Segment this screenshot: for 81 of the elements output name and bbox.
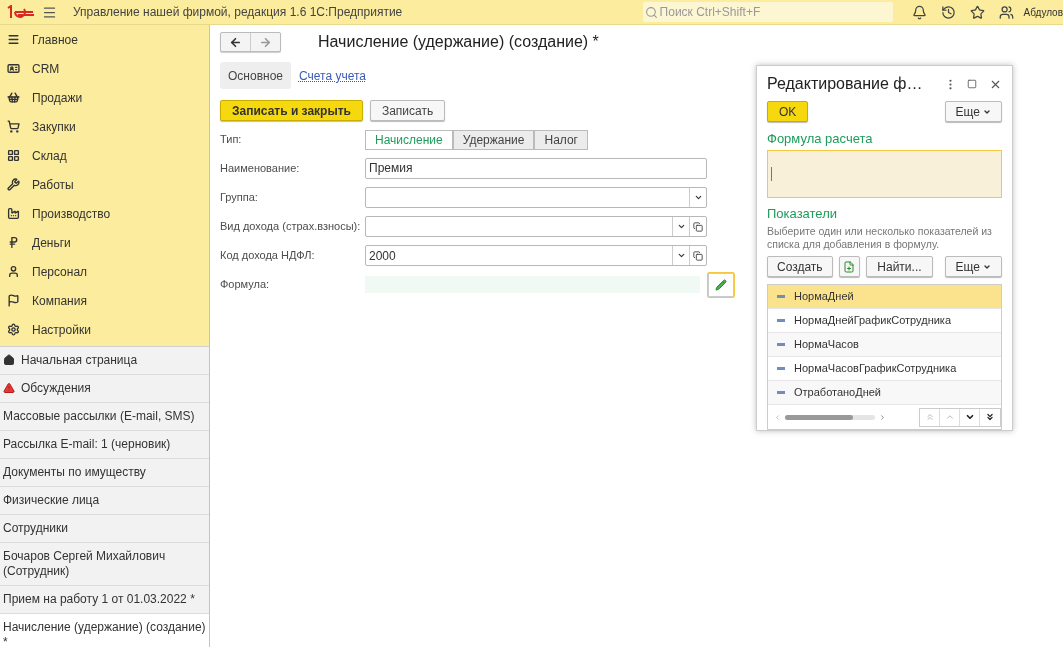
logo-icon: [6, 5, 36, 19]
save-and-close-button[interactable]: Записать и закрыть: [220, 100, 363, 121]
dropdown-icon[interactable]: [676, 222, 686, 231]
indicator-row[interactable]: НормаЧасов: [768, 333, 1001, 357]
section-item[interactable]: Деньги: [0, 228, 209, 257]
type-toggle[interactable]: Начисление: [365, 129, 453, 150]
forward-icon[interactable]: [259, 35, 272, 49]
back-icon[interactable]: [229, 35, 242, 49]
section-item[interactable]: Работы: [0, 170, 209, 199]
section-item[interactable]: Производство: [0, 199, 209, 228]
settings-icon: [7, 323, 20, 336]
maximize-icon[interactable]: [967, 79, 977, 89]
field-value: 2000: [369, 247, 396, 265]
section-item[interactable]: Склад: [0, 141, 209, 170]
select-field[interactable]: [365, 216, 707, 237]
wrench-icon: [7, 178, 20, 191]
formula-input[interactable]: [767, 149, 1002, 198]
hint-text: Выберите один или несколько показателей из списка для добавления в формулу.: [767, 225, 993, 251]
type-toggle[interactable]: Удержание: [452, 129, 535, 150]
file-plus-icon: [843, 260, 856, 273]
factory-icon: [7, 207, 20, 220]
edit-formula-button[interactable]: [707, 271, 735, 298]
cart-icon: [7, 120, 20, 133]
field-label: Формула:: [220, 277, 271, 293]
bell-icon[interactable]: [911, 4, 927, 20]
create-button[interactable]: Создать: [767, 256, 833, 277]
card-icon: [7, 62, 20, 75]
add-file-button[interactable]: [838, 256, 861, 277]
form-tab[interactable]: Основное: [220, 62, 291, 89]
warning-icon: [3, 382, 15, 394]
section-item[interactable]: Продажи: [0, 83, 209, 112]
person-icon: [7, 265, 20, 278]
field-label: Вид дохода (страх.взносы):: [220, 219, 362, 235]
indicator-row[interactable]: НормаДней: [768, 285, 1001, 309]
form-title: Начисление (удержание) (создание) *: [318, 32, 599, 52]
users-icon[interactable]: [998, 4, 1014, 20]
field-label: Тип:: [220, 132, 243, 148]
section-item[interactable]: Закупки: [0, 112, 209, 141]
scrollbar[interactable]: [785, 414, 875, 420]
text-field[interactable]: Премия: [365, 158, 707, 179]
type-toggle[interactable]: Налог: [534, 129, 588, 150]
ruble-icon: [7, 236, 20, 249]
section-item[interactable]: CRM: [0, 54, 209, 83]
section-item[interactable]: Главное: [0, 25, 209, 54]
open-window-item[interactable]: Начисление (удержание) (создание) *: [0, 614, 209, 647]
select-field[interactable]: [365, 187, 707, 208]
section-heading: Показатели: [767, 204, 838, 223]
indicator-row[interactable]: ОтработаноДней: [768, 381, 1001, 405]
form-tab[interactable]: Счета учета: [291, 62, 374, 89]
star-icon[interactable]: [969, 4, 985, 20]
save-button[interactable]: Записать: [369, 100, 446, 121]
basket-icon: [7, 91, 20, 104]
field-label: Наименование:: [220, 161, 301, 177]
open-icon[interactable]: [693, 250, 703, 261]
pencil-icon: [715, 278, 727, 291]
app-title: Управление нашей фирмой, редакция 1.6 1С:Предприятие: [73, 4, 403, 21]
scroll-right-icon[interactable]: [879, 413, 886, 421]
dialog-title: Редактирование ф…: [767, 74, 923, 94]
section-item[interactable]: Компания: [0, 286, 209, 315]
select-field[interactable]: 2000: [365, 245, 707, 266]
last-icon[interactable]: [985, 412, 995, 423]
dropdown-icon[interactable]: [676, 251, 686, 260]
dropdown-icon[interactable]: [693, 193, 703, 202]
search-icon: [644, 5, 658, 19]
more-button[interactable]: Еще: [944, 101, 1002, 122]
menu-icon[interactable]: [42, 4, 57, 20]
field-label: Код дохода НДФЛ:: [220, 248, 316, 264]
history-icon[interactable]: [940, 4, 956, 20]
more-button[interactable]: Еще: [944, 256, 1002, 277]
grid-icon: [7, 149, 20, 162]
flag-icon: [7, 294, 20, 307]
user-name[interactable]: Абдулов: [1023, 4, 1063, 20]
ok-button[interactable]: OK: [767, 101, 809, 122]
open-icon[interactable]: [693, 221, 703, 232]
menu-icon: [7, 33, 20, 46]
section-heading: Формула расчета: [767, 130, 874, 148]
field-label: Группа:: [220, 190, 259, 206]
section-item[interactable]: Настройки: [0, 315, 209, 344]
section-item[interactable]: Персонал: [0, 257, 209, 286]
find-button[interactable]: Найти...: [866, 256, 933, 277]
home-icon: [3, 354, 15, 366]
